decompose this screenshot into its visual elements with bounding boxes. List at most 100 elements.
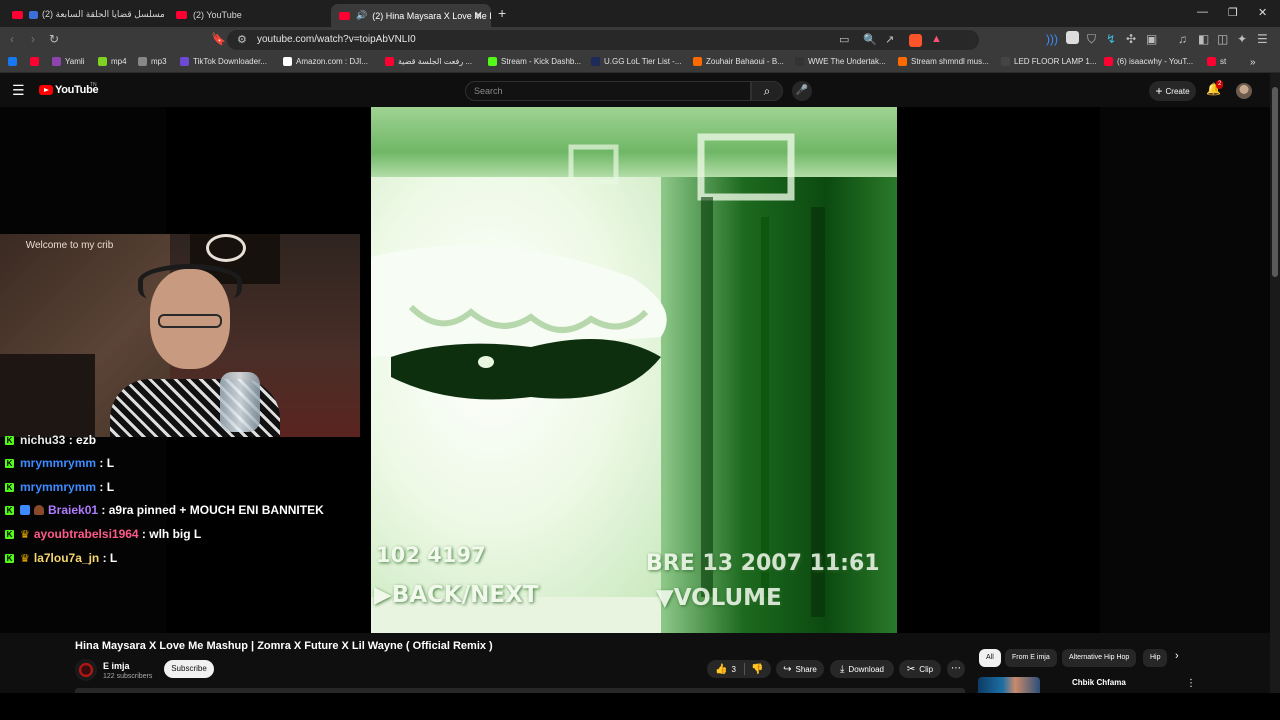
chip-alternative-hip-hop[interactable]: Alternative Hip Hop: [1062, 649, 1137, 667]
voice-search-button[interactable]: 🎤: [792, 81, 812, 101]
tab-search-icon[interactable]: ▣: [1146, 32, 1157, 46]
chat-text: ezb: [76, 433, 97, 447]
bookmark-stream[interactable]: Stream shmndl mus...: [898, 57, 989, 66]
channel-avatar[interactable]: [75, 659, 97, 681]
reload-icon[interactable]: ↻: [49, 32, 59, 46]
cast-icon[interactable]: ▭: [839, 33, 849, 46]
site-info-icon[interactable]: ⚙: [237, 33, 247, 46]
bookmark-zouhair[interactable]: Zouhair Bahaoui - B...: [693, 57, 784, 66]
menu-icon[interactable]: ☰: [1257, 32, 1268, 46]
download-button[interactable]: ⤓ Download: [830, 660, 894, 678]
share-icon[interactable]: ↗: [885, 33, 894, 46]
like-count[interactable]: 3: [731, 665, 735, 674]
dislike-icon[interactable]: 👎: [751, 664, 763, 675]
chevron-right-icon[interactable]: ›: [1175, 650, 1179, 662]
search-button[interactable]: ⌕: [751, 81, 783, 101]
bookmark-label: st: [1220, 57, 1227, 66]
ugg-icon: [591, 57, 600, 66]
logo-country-code: TN: [90, 82, 97, 88]
tab-current-video[interactable]: 🔊 (2) Hina Maysara X Love Me I ✕: [331, 4, 491, 27]
video-title: Hina Maysara X Love Me Mashup | Zomra X …: [75, 640, 493, 652]
clip-button[interactable]: ✂ Clip: [899, 660, 941, 678]
rewards-icon[interactable]: ▲: [931, 33, 942, 45]
back-icon[interactable]: ‹: [10, 32, 14, 46]
media-icon[interactable]: ♫: [1178, 32, 1187, 46]
more-bookmarks-icon[interactable]: »: [1250, 57, 1256, 68]
video-icon: [795, 57, 804, 66]
chip-all[interactable]: All: [979, 649, 1001, 667]
bookmark-lamp[interactable]: LED FLOOR LAMP 1...: [1001, 57, 1097, 66]
youtube-icon: [1207, 57, 1216, 66]
bookmark-st[interactable]: st: [1207, 57, 1226, 66]
like-icon[interactable]: 👍: [715, 664, 727, 675]
chat-username: la7lou7a_jn: [33, 551, 100, 565]
bookmark-mp4[interactable]: mp4: [98, 57, 127, 66]
video-osd-date: BRE 13 2007 11:61: [646, 551, 880, 576]
bookmark-amazon[interactable]: Amazon.com : DJI...: [283, 57, 368, 66]
like-dislike-group: 👍 3 👎: [707, 660, 771, 678]
wallet-icon[interactable]: ◫: [1217, 32, 1228, 46]
restore-button[interactable]: ❐: [1228, 6, 1238, 19]
leo-icon[interactable]: ✦: [1237, 32, 1247, 46]
create-button[interactable]: + Create: [1149, 81, 1196, 101]
address-bar[interactable]: ⚙ youtube.com/watch?v=toipAbVNLI0 ▭ 🔍 ↗ …: [227, 30, 979, 50]
extension-favicon-icon: [29, 10, 38, 19]
bookmark-mp3[interactable]: mp3: [138, 57, 167, 66]
audio-extension-icon[interactable]: ))): [1046, 32, 1058, 46]
sidebar-icon[interactable]: ◧: [1198, 32, 1209, 46]
bookmark-wwe[interactable]: WWE The Undertak...: [795, 57, 886, 66]
tab-arabic-series[interactable]: مسلسل قضايا الحلقة السابعة (2): [4, 4, 164, 25]
close-window-button[interactable]: ✕: [1258, 6, 1267, 19]
bookmark-facebook[interactable]: [8, 57, 21, 66]
recommended-title[interactable]: Chbik Chfama: [1072, 678, 1126, 687]
zoom-icon[interactable]: 🔍: [863, 33, 877, 46]
subscribe-button[interactable]: Subscribe: [164, 660, 214, 678]
share-button[interactable]: ↪ Share: [776, 660, 824, 678]
video-player[interactable]: 102 4197 BRE 13 2007 11:61 ▶BACK/NEXT ▼V…: [371, 107, 897, 633]
chat-username: ayoubtrabelsi1964: [33, 527, 139, 541]
youtube-logo-icon[interactable]: [39, 85, 53, 95]
extensions-icon[interactable]: ✣: [1126, 32, 1136, 46]
scrollbar-thumb[interactable]: [1272, 87, 1278, 277]
vpn-extension-icon[interactable]: ↯: [1106, 32, 1116, 46]
guide-menu-icon[interactable]: ☰: [12, 82, 25, 99]
recommended-thumbnail[interactable]: [978, 677, 1040, 693]
bookmark-kick[interactable]: Stream - Kick Dashb...: [488, 57, 581, 66]
stage-right-bg: [1100, 107, 1270, 633]
new-tab-button[interactable]: +: [498, 5, 506, 21]
close-tab-icon[interactable]: ✕: [474, 9, 483, 22]
bookmark-label: Zouhair Bahaoui - B...: [706, 57, 784, 66]
forward-icon[interactable]: ›: [31, 32, 35, 46]
recommended-menu-icon[interactable]: ⋮: [1186, 678, 1196, 689]
bookmark-icon[interactable]: 🔖: [211, 32, 226, 46]
more-actions-icon[interactable]: ⋯: [947, 660, 965, 678]
download-label: Download: [848, 664, 884, 674]
music-icon: [693, 57, 702, 66]
bookmark-ugg[interactable]: U.GG LoL Tier List -...: [591, 57, 682, 66]
search-input[interactable]: Search: [465, 81, 751, 101]
chip-hip[interactable]: Hip: [1143, 649, 1167, 667]
brave-shield-icon[interactable]: [909, 34, 922, 47]
bookmark-yamli[interactable]: Yamli: [52, 57, 84, 66]
bookmark-arabic[interactable]: رفعت الجلسة قضية ...: [385, 57, 472, 66]
kick-badge-icon: K: [5, 482, 14, 492]
minimize-button[interactable]: —: [1197, 6, 1208, 18]
youtube-icon: [385, 57, 394, 66]
screenshot-extension-icon[interactable]: [1066, 31, 1079, 44]
kick-badge-icon: K: [5, 529, 14, 539]
shield-icon[interactable]: ⛉: [1087, 32, 1096, 47]
account-avatar[interactable]: [1236, 83, 1252, 99]
page-scrollbar[interactable]: [1270, 73, 1280, 693]
chip-from-channel[interactable]: From E imja: [1005, 649, 1057, 667]
youtube-icon: [30, 57, 39, 66]
speaker-icon[interactable]: 🔊: [356, 10, 367, 21]
subscriber-count: 122 subscribers: [103, 673, 153, 680]
channel-name[interactable]: E imja: [103, 661, 130, 671]
hat-badge-icon: [34, 505, 44, 515]
share-label: Share: [795, 664, 817, 674]
tab-youtube[interactable]: (2) YouTube: [168, 4, 328, 25]
bookmark-tiktok[interactable]: TikTok Downloader...: [180, 57, 267, 66]
chat-message: K nichu33 : ezb: [5, 433, 97, 447]
bookmark-isaacwhy[interactable]: (6) isaacwhy - YouT...: [1104, 57, 1193, 66]
bookmark-youtube[interactable]: [30, 57, 43, 66]
